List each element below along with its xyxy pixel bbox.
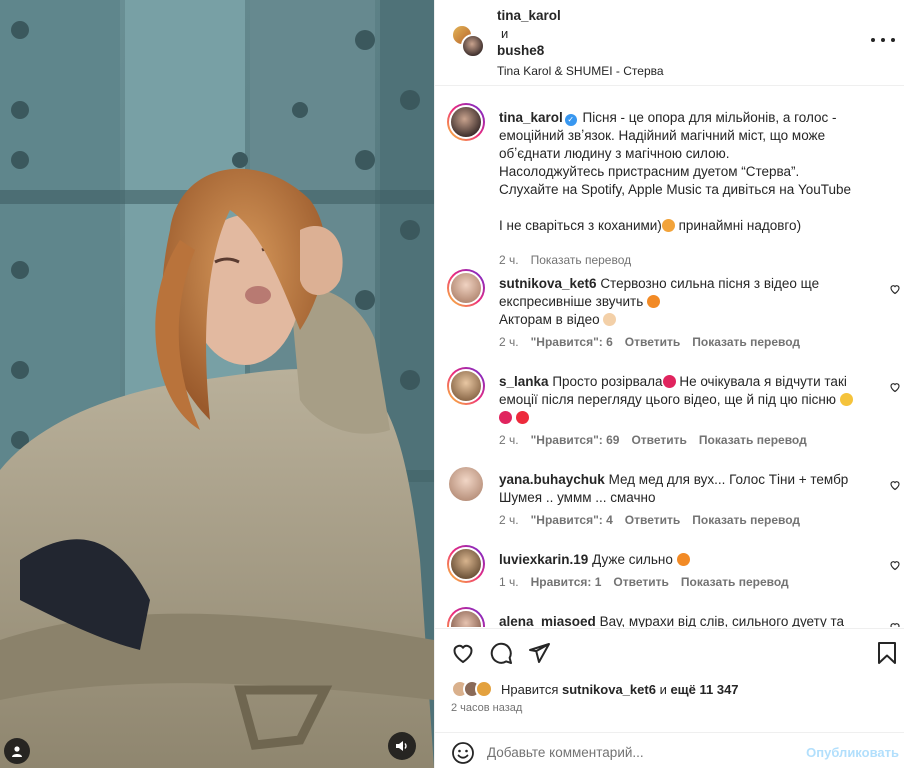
more-options-icon[interactable]	[871, 30, 895, 50]
post-panel: tina_karol и bushe8 Tina Karol & SHUMEI …	[434, 0, 904, 768]
emoji-icon	[661, 219, 675, 232]
translate-link[interactable]: Показать перевод	[699, 433, 807, 447]
sound-toggle-button[interactable]	[388, 732, 416, 760]
comment-likes[interactable]: Нравится: 1	[531, 575, 602, 589]
header-username-2[interactable]: bushe8	[497, 43, 544, 58]
header-and: и	[501, 26, 509, 41]
post-header: tina_karol и bushe8 Tina Karol & SHUMEI …	[435, 0, 904, 86]
broken-heart-emoji-icon	[662, 375, 676, 388]
likes-summary[interactable]: Нравится sutnikova_ket6 и ещё 11 347	[451, 678, 739, 700]
caption-text: tina_karol ✓ Пісня - це опора для мільйон…	[499, 110, 852, 233]
avatar[interactable]	[447, 269, 485, 307]
avatar[interactable]	[447, 103, 485, 141]
heart-icon[interactable]	[889, 479, 901, 491]
heart-emoji-icon	[499, 411, 512, 424]
share-send-icon[interactable]	[527, 641, 551, 665]
heart-icon[interactable]	[889, 381, 901, 393]
heart-icon[interactable]	[889, 559, 901, 571]
bookmark-icon[interactable]	[875, 641, 899, 665]
comment-likes[interactable]: "Нравится": 6	[531, 335, 613, 349]
speaker-icon	[396, 741, 407, 751]
avatar-bushe8[interactable]	[461, 34, 485, 58]
heart-icon[interactable]	[889, 283, 901, 295]
liker-avatar	[475, 680, 493, 698]
likes-count[interactable]: ещё 11 347	[670, 682, 738, 697]
avatar[interactable]	[447, 545, 485, 583]
comments-list[interactable]: tina_karol ✓ Пісня - це опора для мільйон…	[435, 87, 904, 627]
avatar[interactable]	[447, 367, 485, 405]
header-username-1[interactable]: tina_karol	[497, 8, 561, 23]
heart-icon[interactable]	[889, 621, 901, 627]
comment-likes[interactable]: "Нравится": 69	[531, 433, 620, 447]
action-bar	[435, 628, 904, 676]
collab-avatars[interactable]	[451, 24, 485, 58]
like-heart-icon[interactable]	[451, 641, 475, 665]
comment-username[interactable]: sutnikova_ket6	[499, 276, 597, 291]
comment-likes[interactable]: "Нравится": 4	[531, 513, 613, 527]
audio-track-link[interactable]: Tina Karol & SHUMEI - Стерва	[497, 64, 664, 78]
comment-username[interactable]: yana.buhaychuk	[499, 472, 605, 487]
translate-link[interactable]: Показать перевод	[692, 513, 800, 527]
comment-input[interactable]	[487, 741, 797, 763]
video-frame	[0, 0, 434, 768]
comment-composer: Опубликовать	[435, 732, 904, 768]
verified-badge-icon: ✓	[564, 114, 577, 126]
red-heart-emoji-icon	[515, 411, 529, 424]
crying-emoji-icon	[839, 393, 853, 406]
reply-button[interactable]: Ответить	[631, 433, 686, 447]
comment-username[interactable]: luviexkarin.19	[499, 552, 588, 567]
fire-emoji-icon	[647, 295, 661, 308]
clap-emoji-icon	[603, 313, 617, 326]
tagged-users-button[interactable]	[4, 738, 30, 764]
post-media[interactable]	[0, 0, 434, 768]
reply-button[interactable]: Ответить	[625, 335, 680, 349]
translate-link[interactable]: Показать перевод	[692, 335, 800, 349]
reply-button[interactable]: Ответить	[625, 513, 680, 527]
user-icon	[12, 746, 22, 757]
comment-bubble-icon[interactable]	[489, 641, 513, 665]
caption-username[interactable]: tina_karol	[499, 110, 563, 125]
post-comment-button[interactable]: Опубликовать	[806, 745, 899, 760]
caption-meta: 2 ч. Показать перевод	[499, 253, 632, 267]
fire-emoji-icon	[676, 553, 690, 566]
post-timestamp[interactable]: 2 часов назад	[451, 702, 522, 714]
emoji-picker-icon[interactable]	[451, 741, 475, 765]
comment-username[interactable]: alena_miasoed	[499, 614, 596, 627]
comment-username[interactable]: s_lanka	[499, 374, 549, 389]
liker-username[interactable]: sutnikova_ket6	[562, 682, 656, 697]
translate-link[interactable]: Показать перевод	[531, 253, 632, 267]
reply-button[interactable]: Ответить	[613, 575, 668, 589]
avatar[interactable]	[447, 465, 485, 503]
avatar[interactable]	[447, 607, 485, 627]
translate-link[interactable]: Показать перевод	[681, 575, 789, 589]
